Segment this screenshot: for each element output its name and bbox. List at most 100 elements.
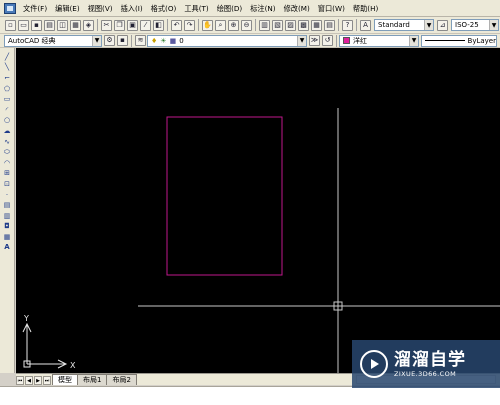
workspace-save-icon[interactable]: ▪ xyxy=(117,35,128,46)
drawn-rectangle[interactable] xyxy=(166,116,283,276)
layer-manager-icon[interactable]: ≋ xyxy=(135,35,146,46)
menu-edit[interactable]: 编辑(E) xyxy=(51,0,84,17)
draw-toolbar: ╱ ╲ ⌐ ⬠ ▭ ◜ ○ ☁ ∿ ⬭ ◠ ⊞ ⊡ · ▤ ▥ ◘ ▦ A xyxy=(0,48,15,373)
app-icon[interactable] xyxy=(4,2,16,14)
linetype-preview xyxy=(425,40,465,41)
tab-model[interactable]: 模型 xyxy=(52,374,78,385)
menu-dimension[interactable]: 标注(N) xyxy=(246,0,279,17)
zoom-window-icon[interactable]: ⊕ xyxy=(228,19,239,31)
insert-block-icon[interactable]: ⊞ xyxy=(2,169,13,180)
lock-icon: ■ xyxy=(169,36,177,45)
copy-icon[interactable]: ❐ xyxy=(114,19,125,31)
chevron-down-icon[interactable]: ▼ xyxy=(297,35,306,46)
play-logo-icon xyxy=(360,350,388,378)
paste-icon[interactable]: ▣ xyxy=(127,19,138,31)
layer-value: 0 xyxy=(179,36,184,45)
circle-icon[interactable]: ○ xyxy=(2,116,13,127)
point-icon[interactable]: · xyxy=(2,190,13,201)
cut-icon[interactable]: ✂ xyxy=(101,19,112,31)
mtext-icon[interactable]: A xyxy=(2,243,13,254)
save-icon[interactable]: ▪ xyxy=(31,19,42,31)
tab-layout2[interactable]: 布局2 xyxy=(106,374,137,385)
undo-icon[interactable]: ↶ xyxy=(171,19,182,31)
construction-line-icon[interactable]: ╲ xyxy=(2,63,13,74)
chevron-down-icon[interactable]: ▼ xyxy=(424,20,433,30)
calculator-icon[interactable]: ▤ xyxy=(324,19,335,31)
gradient-icon[interactable]: ▥ xyxy=(2,211,13,222)
color-value: 洋红 xyxy=(353,36,367,45)
menu-window[interactable]: 窗口(W) xyxy=(314,0,349,17)
dim-style-select[interactable]: ISO-25 ▼ xyxy=(451,19,499,31)
tool-palettes-icon[interactable]: ▨ xyxy=(285,19,296,31)
rectangle-icon[interactable]: ▭ xyxy=(2,94,13,105)
ucs-icon xyxy=(22,322,68,369)
chevron-down-icon[interactable]: ▼ xyxy=(92,35,101,46)
preview-icon[interactable]: ◫ xyxy=(57,19,68,31)
prev-tab-icon[interactable]: ◀ xyxy=(25,376,33,385)
make-current-layer-icon[interactable]: ≫ xyxy=(309,35,320,46)
text-style-value: Standard xyxy=(378,21,410,29)
workspace-value: AutoCAD 经典 xyxy=(8,36,56,45)
ellipse-arc-icon[interactable]: ◠ xyxy=(2,158,13,169)
make-block-icon[interactable]: ⊡ xyxy=(2,179,13,190)
3d-dwf-icon[interactable]: ◈ xyxy=(83,19,94,31)
chevron-down-icon[interactable]: ▼ xyxy=(489,20,498,30)
linetype-select[interactable]: ByLayer xyxy=(421,34,497,47)
spline-icon[interactable]: ∿ xyxy=(2,137,13,148)
open-file-icon[interactable]: ▭ xyxy=(18,19,29,31)
menu-insert[interactable]: 插入(I) xyxy=(117,0,147,17)
markup-icon[interactable]: ▦ xyxy=(311,19,322,31)
command-line[interactable] xyxy=(0,386,500,405)
menu-tools[interactable]: 工具(T) xyxy=(180,0,212,17)
last-tab-icon[interactable]: ⏭ xyxy=(43,376,51,385)
text-style-icon: A xyxy=(360,19,371,31)
ellipse-icon[interactable]: ⬭ xyxy=(2,147,13,158)
color-swatch xyxy=(343,37,350,44)
menu-draw[interactable]: 绘图(D) xyxy=(213,0,247,17)
workspace-select[interactable]: AutoCAD 经典 ▼ xyxy=(4,34,102,47)
pan-icon[interactable]: ✋ xyxy=(202,19,213,31)
sun-icon: ☀ xyxy=(160,36,167,45)
print-icon[interactable]: ▤ xyxy=(44,19,55,31)
menu-file[interactable]: 文件(F) xyxy=(19,0,51,17)
first-tab-icon[interactable]: ⏮ xyxy=(16,376,24,385)
drawing-canvas[interactable]: Y X xyxy=(16,48,500,373)
block-editor-icon[interactable]: ◧ xyxy=(153,19,164,31)
line-icon[interactable]: ╱ xyxy=(2,52,13,63)
region-icon[interactable]: ◘ xyxy=(2,222,13,233)
layer-previous-icon[interactable]: ↺ xyxy=(322,35,333,46)
menu-format[interactable]: 格式(O) xyxy=(147,0,181,17)
polyline-icon[interactable]: ⌐ xyxy=(2,73,13,84)
revision-cloud-icon[interactable]: ☁ xyxy=(2,126,13,137)
properties-icon[interactable]: ▥ xyxy=(259,19,270,31)
dim-style-value: ISO-25 xyxy=(455,21,479,29)
redo-icon[interactable]: ↷ xyxy=(184,19,195,31)
arc-icon[interactable]: ◜ xyxy=(2,105,13,116)
watermark-url: ZIXUE.3D66.COM xyxy=(394,370,457,378)
color-select[interactable]: 洋红 ▼ xyxy=(339,34,419,47)
linetype-value: ByLayer xyxy=(467,36,496,45)
text-style-select[interactable]: Standard ▼ xyxy=(374,19,434,31)
layers-toolbar: AutoCAD 经典 ▼ ⚙ ▪ ≋ ♦ ☀ ■ 0 ▼ ≫ ↺ 洋红 ▼ By… xyxy=(0,34,500,48)
chevron-down-icon[interactable]: ▼ xyxy=(409,35,418,46)
help-icon[interactable]: ? xyxy=(342,19,353,31)
menu-help[interactable]: 帮助(H) xyxy=(349,0,382,17)
menu-modify[interactable]: 修改(M) xyxy=(280,0,314,17)
zoom-realtime-icon[interactable]: ⌕ xyxy=(215,19,226,31)
design-center-icon[interactable]: ▧ xyxy=(272,19,283,31)
zoom-previous-icon[interactable]: ⊖ xyxy=(241,19,252,31)
hatch-icon[interactable]: ▤ xyxy=(2,200,13,211)
ucs-y-label: Y xyxy=(23,314,29,323)
tab-layout1[interactable]: 布局1 xyxy=(77,374,108,385)
polygon-icon[interactable]: ⬠ xyxy=(2,84,13,95)
publish-icon[interactable]: ▦ xyxy=(70,19,81,31)
new-file-icon[interactable]: ▫ xyxy=(5,19,16,31)
watermark-title: 溜溜自学 xyxy=(394,350,466,370)
layer-select[interactable]: ♦ ☀ ■ 0 ▼ xyxy=(147,34,307,47)
menu-view[interactable]: 视图(V) xyxy=(84,0,117,17)
table-icon[interactable]: ▦ xyxy=(2,232,13,243)
workspace-settings-icon[interactable]: ⚙ xyxy=(104,35,115,46)
sheet-set-icon[interactable]: ▩ xyxy=(298,19,309,31)
match-properties-icon[interactable]: ⁄ xyxy=(140,19,151,31)
next-tab-icon[interactable]: ▶ xyxy=(34,376,42,385)
